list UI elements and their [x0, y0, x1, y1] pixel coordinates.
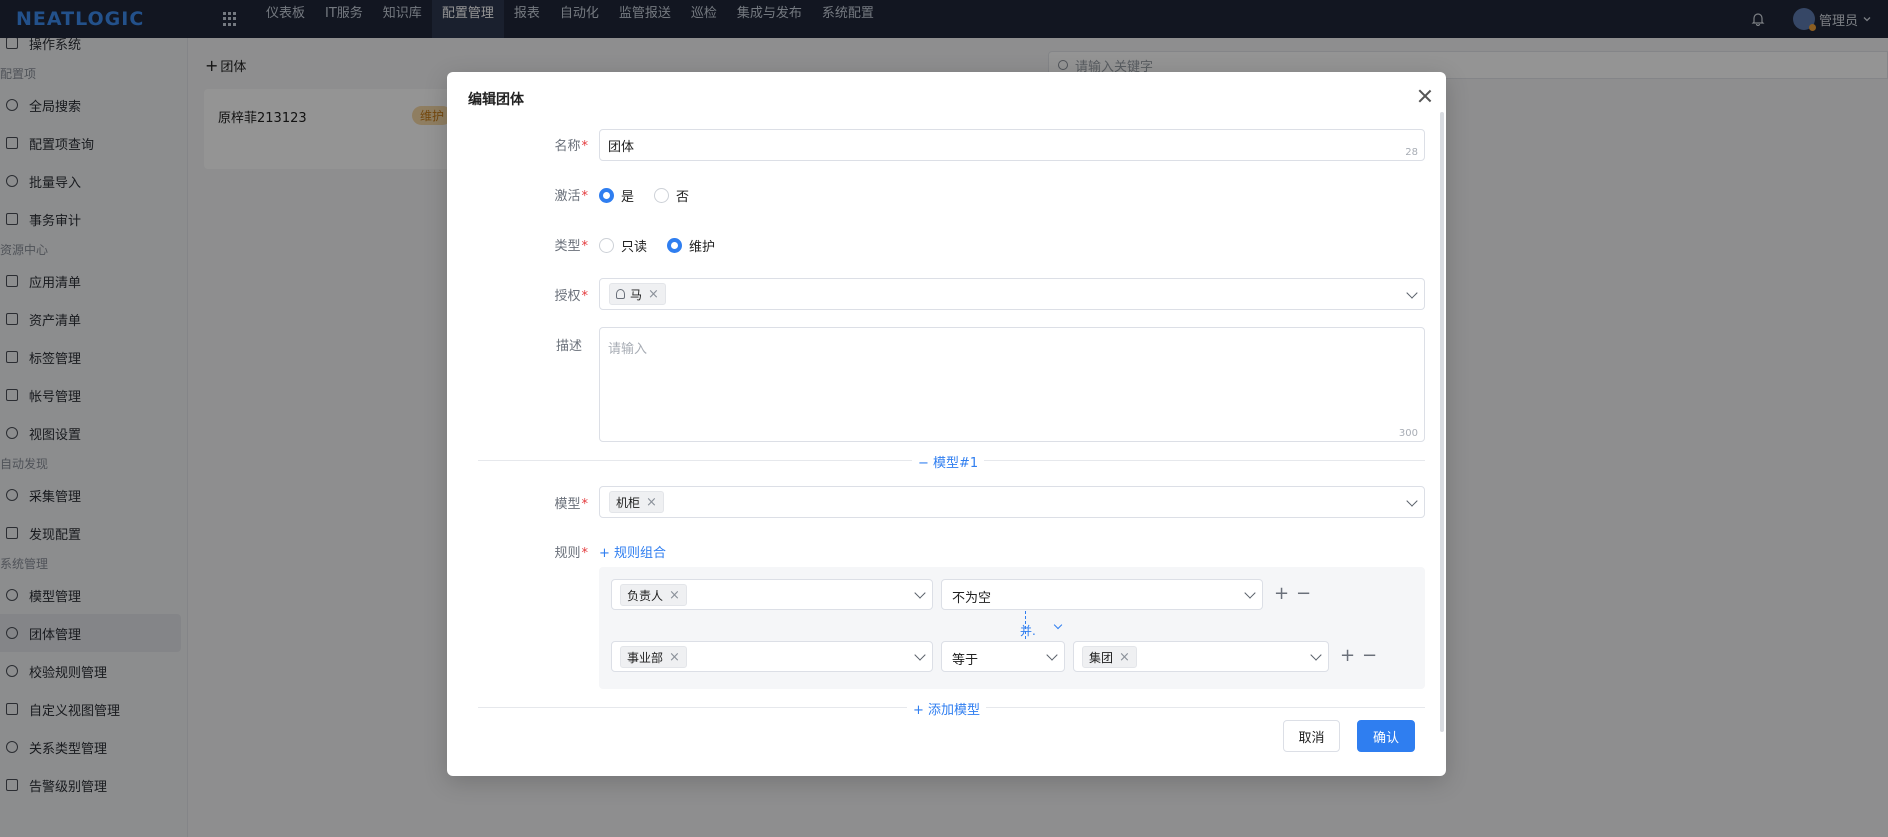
chevron-down-icon[interactable] — [1046, 649, 1058, 661]
rule2-field-select[interactable]: 事业部 × — [611, 641, 933, 672]
conjunction-select[interactable]: 并. — [1020, 622, 1036, 639]
desc-label: 描述 — [555, 339, 582, 354]
model-section-toggle[interactable]: − 模型#1 — [912, 452, 985, 471]
auth-tag-text: 马 — [630, 287, 643, 302]
type-maintain-radio[interactable] — [667, 238, 683, 253]
rule2-operator-select[interactable]: 等于 — [941, 641, 1065, 672]
description-placeholder: 请输入 — [608, 342, 648, 357]
rule1-field-select[interactable]: 负责人 × — [611, 579, 933, 610]
remove-rule-icon[interactable]: − — [1296, 585, 1311, 603]
chevron-down-icon[interactable] — [1244, 587, 1256, 599]
rule-label: 规则* — [554, 546, 588, 561]
type-readonly-radio[interactable] — [599, 238, 614, 253]
auth-user-tag: 马 × — [609, 283, 666, 305]
remove-tag-icon[interactable]: × — [648, 287, 659, 302]
plus-icon: + — [913, 703, 929, 718]
close-icon[interactable] — [1415, 86, 1435, 106]
type-maintain-label[interactable]: 维护 — [689, 236, 715, 255]
confirm-button[interactable]: 确认 — [1357, 720, 1415, 752]
auth-label-text: 授权 — [554, 289, 581, 304]
add-rule-group-label: 规则组合 — [614, 546, 667, 561]
rule2-field-tag: 事业部 × — [620, 646, 687, 668]
user-icon — [616, 289, 625, 299]
remove-tag-icon[interactable]: × — [669, 650, 680, 665]
add-model-link[interactable]: + 添加模型 — [907, 699, 987, 718]
active-radio-group: 是 否 — [599, 186, 709, 205]
type-readonly-label[interactable]: 只读 — [621, 236, 647, 255]
plus-icon: + — [599, 546, 615, 561]
rules-container: 负责人 × 不为空 + − 并. 事业部 × 等于 集团 × + − — [599, 567, 1425, 689]
rule1-operator-select[interactable]: 不为空 — [941, 579, 1263, 610]
rule2-value-text: 集团 — [1089, 650, 1114, 665]
chevron-down-icon[interactable] — [914, 587, 926, 599]
add-rule-icon[interactable]: + — [1274, 585, 1289, 603]
model-tag: 机柜 × — [609, 491, 664, 513]
description-char-count: 300 — [1398, 428, 1418, 439]
rule-label-text: 规则 — [554, 546, 581, 561]
chevron-down-icon[interactable] — [1406, 495, 1418, 507]
cancel-button[interactable]: 取消 — [1283, 720, 1340, 752]
name-label-text: 名称 — [554, 139, 581, 154]
name-char-count: 28 — [1405, 147, 1418, 158]
add-rule-icon[interactable]: + — [1340, 647, 1355, 665]
chevron-down-icon[interactable] — [1310, 649, 1322, 661]
model-select[interactable]: 机柜 × — [599, 486, 1425, 518]
active-yes-radio[interactable] — [599, 188, 614, 203]
dialog-scrollbar[interactable] — [1440, 112, 1444, 732]
minus-icon: − — [918, 456, 934, 471]
type-label-text: 类型 — [554, 239, 581, 254]
rule1-field-text: 负责人 — [627, 588, 664, 603]
chevron-down-icon[interactable] — [1406, 287, 1418, 299]
name-label: 名称* — [554, 139, 588, 154]
active-no-label[interactable]: 否 — [676, 186, 689, 205]
active-yes-label[interactable]: 是 — [621, 186, 634, 205]
remove-rule-icon[interactable]: − — [1362, 647, 1377, 665]
chevron-down-icon[interactable] — [914, 649, 926, 661]
name-value: 团体 — [608, 140, 635, 155]
rule2-field-text: 事业部 — [627, 650, 664, 665]
dialog-title: 编辑团体 — [468, 92, 524, 108]
model-tag-text: 机柜 — [616, 495, 641, 510]
rule2-operator-value: 等于 — [952, 653, 979, 668]
edit-group-dialog: 编辑团体 名称* 团体 28 激活* 是 否 类型* 只读 维护 授权* 马 × … — [447, 72, 1446, 776]
remove-tag-icon[interactable]: × — [646, 495, 657, 510]
rule1-operator-value: 不为空 — [952, 591, 992, 606]
auth-label: 授权* — [554, 289, 588, 304]
add-rule-group-link[interactable]: + 规则组合 — [593, 542, 672, 561]
description-textarea[interactable]: 请输入 300 — [599, 327, 1425, 442]
type-label: 类型* — [554, 239, 588, 254]
name-field[interactable]: 团体 28 — [599, 129, 1425, 161]
chevron-down-icon[interactable] — [1053, 620, 1063, 630]
auth-select[interactable]: 马 × — [599, 278, 1425, 310]
model-section-label: 模型#1 — [933, 456, 979, 471]
rule2-value-select[interactable]: 集团 × — [1073, 641, 1329, 672]
active-no-radio[interactable] — [654, 188, 670, 203]
model-label: 模型* — [554, 497, 588, 512]
model-label-text: 模型 — [554, 497, 581, 512]
active-label-text: 激活 — [554, 189, 581, 204]
rule1-field-tag: 负责人 × — [620, 584, 687, 606]
remove-tag-icon[interactable]: × — [669, 588, 680, 603]
rule2-value-tag: 集团 × — [1082, 646, 1137, 668]
remove-tag-icon[interactable]: × — [1119, 650, 1130, 665]
add-model-label: 添加模型 — [928, 703, 981, 718]
active-label: 激活* — [554, 189, 588, 204]
type-radio-group: 只读 维护 — [599, 236, 735, 255]
